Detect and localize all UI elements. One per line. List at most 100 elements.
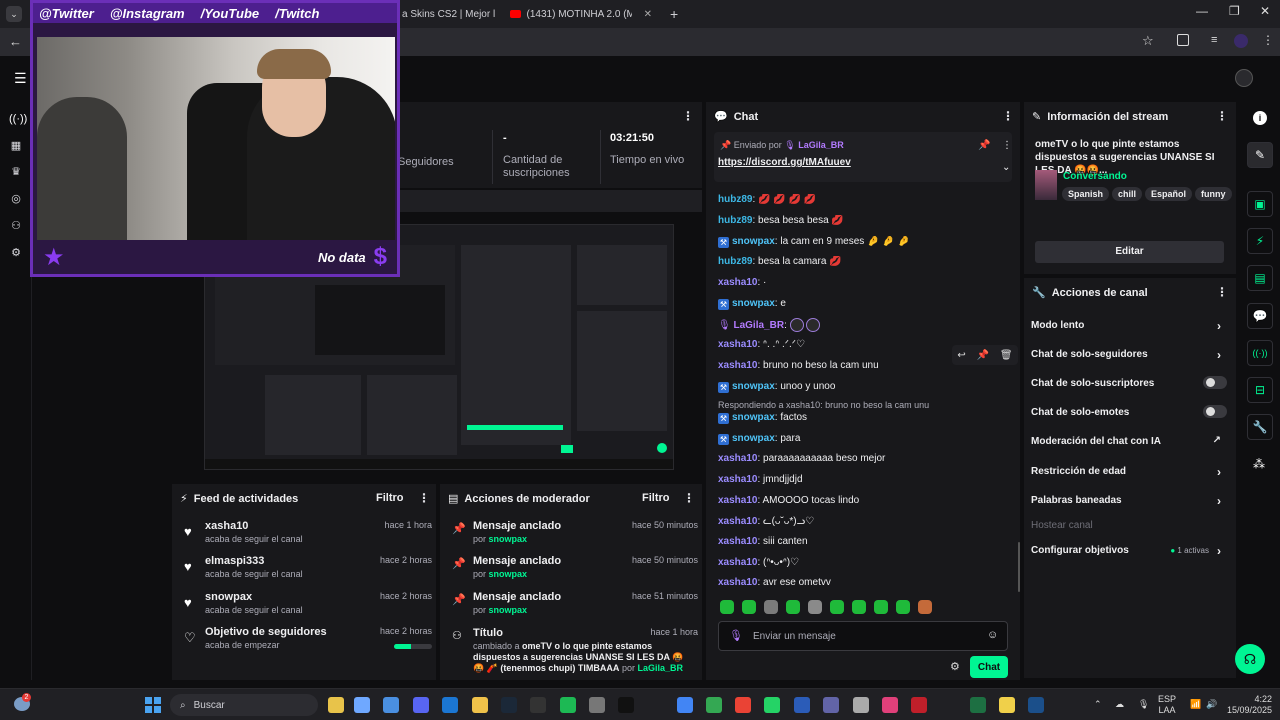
file-explorer-icon[interactable] [328, 697, 344, 713]
chat-username[interactable]: hubz89 [718, 194, 752, 205]
chat-username[interactable]: xasha10 [718, 277, 757, 288]
chat-username[interactable]: xasha10 [718, 495, 757, 506]
close-tab-icon[interactable]: ✕ [644, 9, 652, 20]
mod-menu-icon[interactable]: ⋮ [683, 491, 695, 505]
feed-filter-button[interactable]: Filtro [376, 492, 404, 504]
reply-icon[interactable]: ↩ [957, 350, 965, 361]
banned-words-action[interactable]: Palabras baneadas › [1031, 494, 1227, 508]
outlook-icon[interactable] [442, 697, 458, 713]
unpin-icon[interactable]: 📌 [978, 140, 990, 151]
clip-icon[interactable]: ▣ [1247, 191, 1273, 217]
chat-menu-icon[interactable]: ⋮ [1002, 109, 1014, 123]
chat-username[interactable]: xasha10 [718, 339, 757, 350]
chrome3-icon[interactable] [735, 697, 751, 713]
send-chat-button[interactable]: Chat [970, 656, 1008, 678]
tag[interactable]: chill [1112, 187, 1143, 201]
edit-button[interactable]: Editar [1035, 241, 1224, 263]
chat-settings-icon[interactable]: ⚙ [950, 660, 960, 673]
edit-icon[interactable]: ✎ [1247, 142, 1273, 168]
help-button[interactable]: ☊ [1235, 644, 1265, 674]
actions-menu-icon[interactable]: ⋮ [1216, 285, 1228, 299]
chat-username[interactable]: hubz89 [718, 256, 752, 267]
emoji-picker-icon[interactable]: ☺ [987, 629, 998, 641]
ai-moderation-action[interactable]: Moderación del chat con IA ↗ [1031, 435, 1227, 447]
wrench-icon[interactable]: 🔧 [1247, 414, 1273, 440]
settings-icon[interactable]: ⚙ [9, 246, 23, 260]
discord-icon[interactable] [413, 697, 429, 713]
emote-icon[interactable] [720, 600, 734, 614]
tag[interactable]: Spanish [1062, 187, 1110, 201]
notes-icon[interactable]: ▤ [1247, 265, 1273, 291]
new-tab-button[interactable]: + [662, 4, 686, 24]
broadcast-icon[interactable]: ((·)) [9, 112, 27, 126]
stats-menu-icon[interactable]: ⋮ [682, 109, 694, 123]
chat-username[interactable]: xasha10 [718, 557, 757, 568]
pin-message-icon[interactable]: 📌 [977, 350, 989, 361]
maximize-button[interactable]: ❐ [1229, 4, 1240, 18]
tab-youtube[interactable]: (1431) MOTINHA 2.0 (Mete Ma ✕ [502, 4, 660, 24]
pinned-link[interactable]: https://discord.gg/tMAfuuev [718, 157, 851, 168]
pinned-menu-icon[interactable]: ⋮ [1002, 140, 1012, 151]
chat-input[interactable]: 🎙 Enviar un mensaje ☺ [718, 621, 1008, 651]
emote-icon[interactable] [764, 600, 778, 614]
subs-only-toggle[interactable] [1203, 376, 1227, 389]
goals-action[interactable]: Configurar objetivos ● 1 activas › [1031, 544, 1227, 558]
chat-username[interactable]: snowpax [732, 381, 775, 392]
extensions-icon[interactable] [1177, 34, 1189, 46]
expand-chevron-icon[interactable]: ⌄ [1002, 162, 1010, 173]
chat-username[interactable]: snowpax [732, 298, 775, 309]
chat-username[interactable]: xasha10 [718, 453, 757, 464]
chrome-icon[interactable] [677, 697, 693, 713]
photos-icon[interactable] [853, 697, 869, 713]
chat-username[interactable]: snowpax [732, 412, 775, 423]
trophy-icon[interactable]: ♛ [9, 165, 23, 179]
start-button[interactable] [145, 697, 161, 713]
drop-icon[interactable] [882, 697, 898, 713]
back-icon[interactable]: ← [9, 34, 22, 49]
folder-icon[interactable] [472, 697, 488, 713]
followers-only-action[interactable]: Chat de solo-seguidores › [1031, 348, 1227, 362]
emote-icon[interactable] [918, 600, 932, 614]
excel-icon[interactable] [970, 697, 986, 713]
emote-icon[interactable] [852, 600, 866, 614]
tray-overflow-icon[interactable]: ⌃ [1094, 699, 1102, 710]
users-icon[interactable]: ⚇ [9, 219, 23, 233]
spotify-icon[interactable] [560, 697, 576, 713]
app-icon[interactable] [589, 697, 605, 713]
emote-icon[interactable] [830, 600, 844, 614]
language-indicator[interactable]: ESP LAA [1158, 694, 1176, 716]
chat-username[interactable]: snowpax [732, 236, 775, 247]
pinned-user[interactable]: LaGila_BR [798, 140, 844, 150]
steam2-icon[interactable] [1028, 697, 1044, 713]
media-icon[interactable]: ≡ [1211, 34, 1217, 46]
info-menu-icon[interactable]: ⋮ [1216, 109, 1228, 123]
chat-username[interactable]: LaGila_BR [733, 320, 784, 331]
steam-icon[interactable] [501, 697, 517, 713]
delete-icon[interactable]: 🗑 [1000, 350, 1013, 361]
tab-search-icon[interactable]: ⌄ [6, 6, 22, 22]
tray-cloud-icon[interactable]: ☁ [1115, 699, 1124, 710]
app3-icon[interactable] [911, 697, 927, 713]
tray-mic-icon[interactable]: 🎙 [1138, 699, 1149, 710]
store-icon[interactable] [383, 697, 399, 713]
broadcast-icon[interactable]: ((·)) [1247, 340, 1273, 366]
whatsapp-icon[interactable] [764, 697, 780, 713]
epic-icon[interactable] [530, 697, 546, 713]
menu-icon[interactable]: ⋮ [1262, 33, 1274, 47]
mod-filter-button[interactable]: Filtro [642, 492, 670, 504]
chat-username[interactable]: xasha10 [718, 577, 757, 588]
tag[interactable]: Español [1145, 187, 1193, 201]
emote-icon[interactable] [786, 600, 800, 614]
tray-volume-icon[interactable]: 🔊 [1206, 699, 1217, 710]
info-icon[interactable]: i [1253, 111, 1267, 125]
app2-icon[interactable] [794, 697, 810, 713]
lightning-icon[interactable]: ⚡ [1247, 228, 1273, 254]
pinned-message[interactable]: 📌 Enviado por 🎙 LaGila_BR https://discor… [714, 132, 1012, 182]
chat-username[interactable]: xasha10 [718, 474, 757, 485]
copilot-icon[interactable] [354, 697, 370, 713]
chat-username[interactable]: hubz89 [718, 215, 752, 226]
emote-icon[interactable] [808, 600, 822, 614]
age-restriction-action[interactable]: Restricción de edad › [1031, 465, 1227, 479]
taskbar-search[interactable]: ⌕ Buscar [170, 694, 318, 716]
chat-username[interactable]: xasha10 [718, 360, 757, 371]
